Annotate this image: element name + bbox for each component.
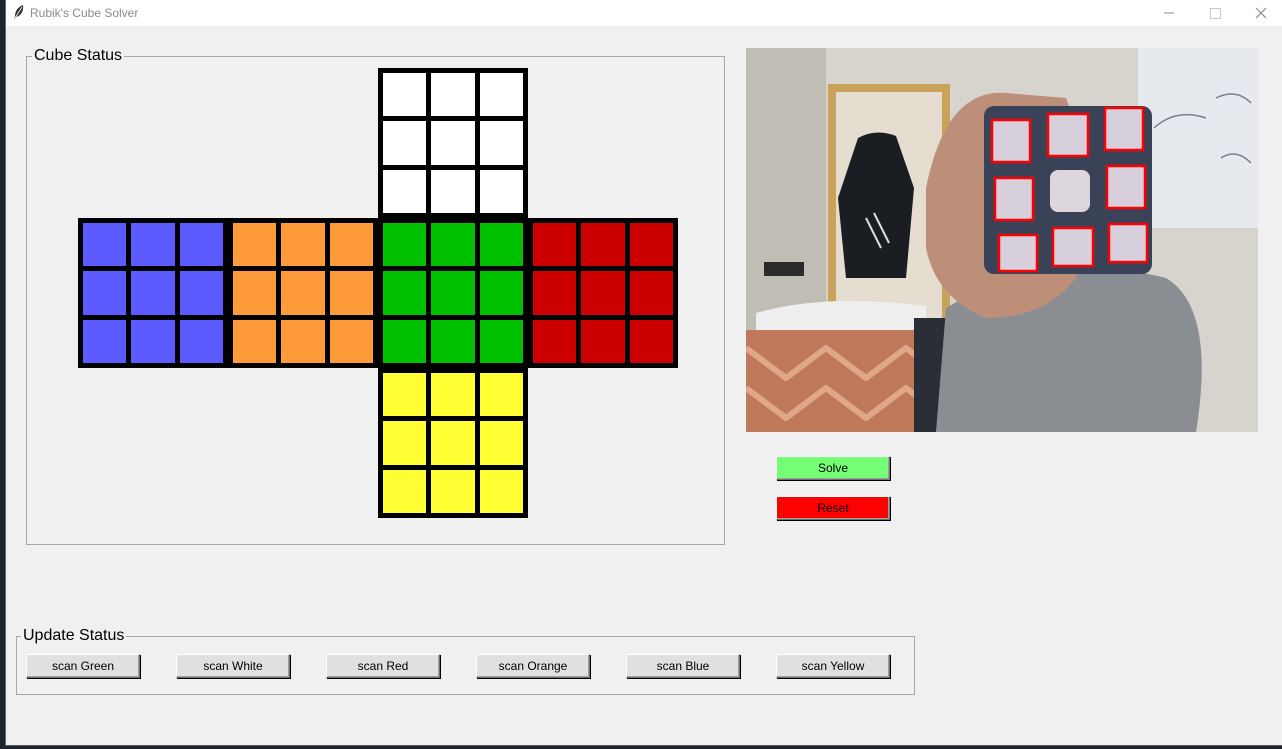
- facelet: [431, 373, 475, 417]
- facelet: [479, 73, 523, 117]
- feather-icon: [14, 5, 24, 19]
- maximize-button[interactable]: [1192, 0, 1238, 26]
- facelet: [383, 121, 427, 165]
- facelet: [479, 373, 523, 417]
- close-icon: [1255, 7, 1267, 19]
- scan-orange-button[interactable]: scan Orange: [476, 654, 590, 678]
- cube-face-right: [528, 218, 678, 368]
- facelet: [383, 319, 427, 363]
- facelet: [581, 223, 625, 267]
- facelet: [383, 469, 427, 513]
- facelet: [179, 319, 223, 363]
- title-bar: Rubik's Cube Solver: [6, 0, 1282, 26]
- camera-feed: [746, 48, 1258, 432]
- facelet: [533, 319, 577, 363]
- facelet: [431, 73, 475, 117]
- window-title: Rubik's Cube Solver: [30, 6, 139, 20]
- facelet: [233, 271, 277, 315]
- facelet: [629, 271, 673, 315]
- minimize-button[interactable]: [1146, 0, 1192, 26]
- facelet: [479, 319, 523, 363]
- facelet: [479, 421, 523, 465]
- facelet: [629, 319, 673, 363]
- app-window: Rubik's Cube Solver Cube Status Solve Re…: [5, 0, 1282, 746]
- facelet: [131, 271, 175, 315]
- cube-face-down: [378, 368, 528, 518]
- facelet: [431, 223, 475, 267]
- facelet: [329, 223, 373, 267]
- facelet: [383, 421, 427, 465]
- camera-image: [746, 48, 1258, 432]
- facelet: [479, 121, 523, 165]
- cube-face-front-left: [228, 218, 378, 368]
- facelet: [383, 373, 427, 417]
- facelet: [179, 223, 223, 267]
- facelet: [179, 271, 223, 315]
- facelet: [533, 271, 577, 315]
- scan-yellow-button[interactable]: scan Yellow: [776, 654, 890, 678]
- facelet: [233, 223, 277, 267]
- facelet: [431, 319, 475, 363]
- maximize-icon: [1210, 8, 1221, 19]
- facelet: [233, 319, 277, 363]
- facelet: [431, 121, 475, 165]
- facelet: [83, 271, 127, 315]
- facelet: [131, 319, 175, 363]
- solve-button[interactable]: Solve: [776, 456, 890, 480]
- scan-red-button[interactable]: scan Red: [326, 654, 440, 678]
- facelet: [581, 271, 625, 315]
- scan-white-button[interactable]: scan White: [176, 654, 290, 678]
- reset-button[interactable]: Reset: [776, 496, 890, 520]
- facelet: [281, 319, 325, 363]
- facelet: [533, 223, 577, 267]
- cube-face-front: [378, 218, 528, 368]
- facelet: [581, 319, 625, 363]
- facelet: [431, 169, 475, 213]
- facelet: [83, 223, 127, 267]
- facelet: [431, 421, 475, 465]
- facelet: [479, 169, 523, 213]
- scan-blue-button[interactable]: scan Blue: [626, 654, 740, 678]
- cube-face-left: [78, 218, 228, 368]
- facelet: [329, 319, 373, 363]
- facelet: [383, 223, 427, 267]
- facelet: [131, 223, 175, 267]
- facelet: [383, 169, 427, 213]
- facelet: [431, 469, 475, 513]
- facelet: [83, 319, 127, 363]
- facelet: [479, 271, 523, 315]
- facelet: [431, 271, 475, 315]
- facelet: [281, 223, 325, 267]
- facelet: [281, 271, 325, 315]
- update-status-label: Update Status: [21, 627, 127, 645]
- facelet: [329, 271, 373, 315]
- facelet: [383, 73, 427, 117]
- scan-green-button[interactable]: scan Green: [26, 654, 140, 678]
- facelet: [383, 271, 427, 315]
- cube-face-up: [378, 68, 528, 218]
- close-button[interactable]: [1238, 0, 1282, 26]
- minimize-icon: [1164, 12, 1174, 14]
- cube-status-label: Cube Status: [32, 47, 125, 65]
- facelet: [479, 223, 523, 267]
- facelet: [629, 223, 673, 267]
- facelet: [479, 469, 523, 513]
